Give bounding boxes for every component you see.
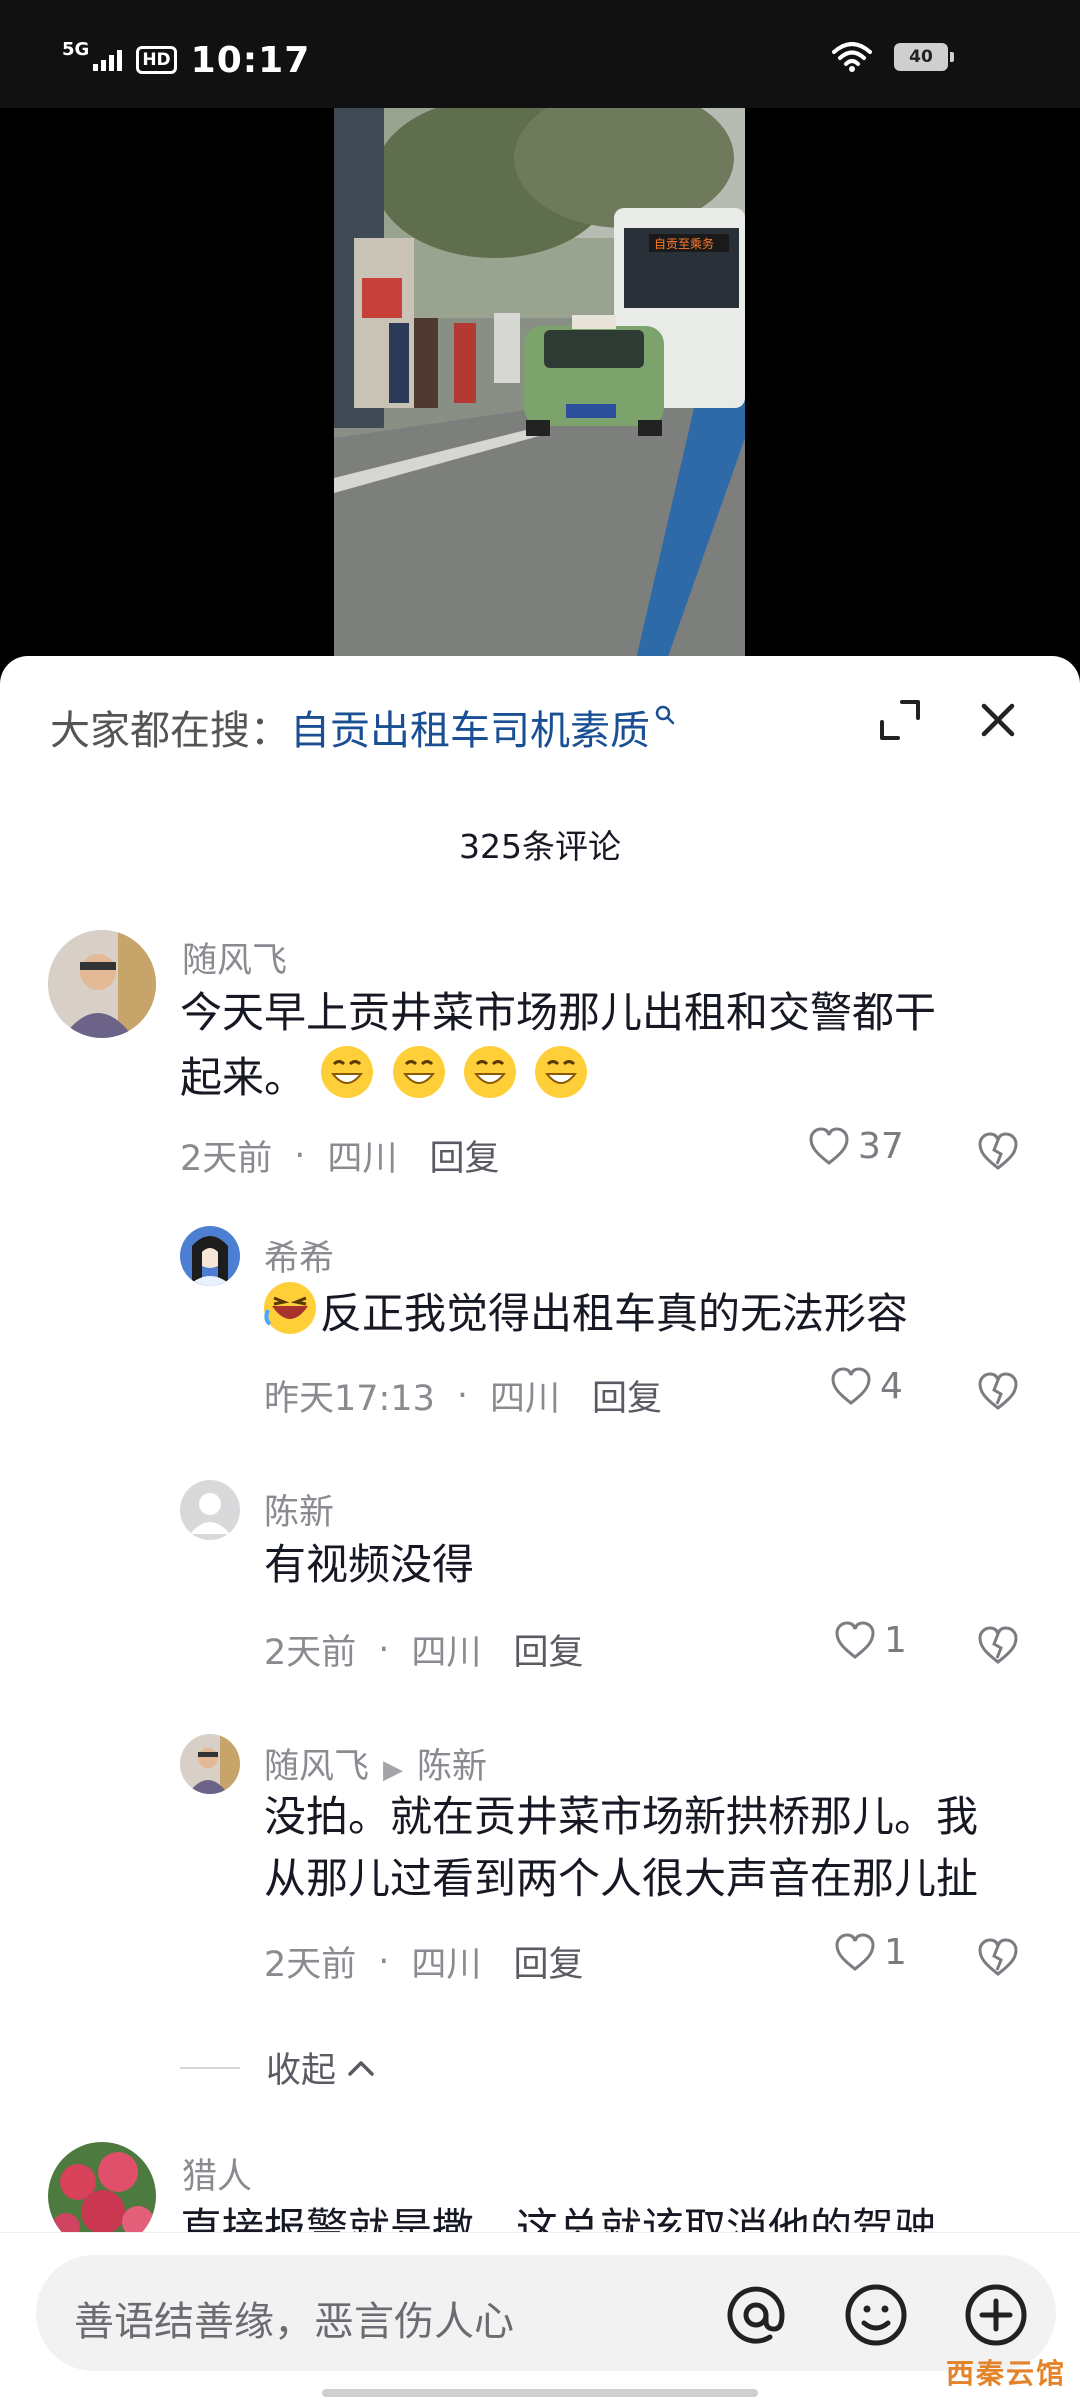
emoji-icon[interactable] xyxy=(840,2279,912,2351)
video-frame: 自贡至乘务 xyxy=(334,108,745,668)
comment-input-bar: 善语结善缘，恶言伤人心 xyxy=(0,2232,1080,2400)
comment-time: 昨天17:13 xyxy=(264,1379,435,1419)
dislike-heart-icon[interactable] xyxy=(976,1370,1020,1414)
comments-sheet: 大家都在搜： 自贡出租车司机素质 325条评论 随风飞 今天早上贡井菜市场那儿出… xyxy=(0,656,1080,2400)
grin-emoji-icon xyxy=(392,1046,445,1098)
like-button[interactable]: 4 xyxy=(830,1366,903,1407)
comment-time: 2天前 xyxy=(180,1139,273,1179)
reply-target[interactable]: 陈新 xyxy=(417,1747,487,1787)
comment-location: 四川 xyxy=(327,1139,398,1179)
divider xyxy=(180,2066,240,2069)
battery-indicator: 40 xyxy=(894,43,954,71)
expand-icon[interactable] xyxy=(876,696,924,744)
like-button[interactable]: 1 xyxy=(834,1620,907,1661)
comment-author[interactable]: 随风飞 xyxy=(264,1747,369,1787)
plus-icon[interactable] xyxy=(960,2279,1032,2351)
comment-text-line: 今天早上贡井菜市场那儿出租和交警都干 xyxy=(180,988,937,1037)
like-button[interactable]: 37 xyxy=(808,1126,904,1167)
dislike-heart-icon[interactable] xyxy=(976,1130,1020,1174)
comment-text-line: 起来。 xyxy=(180,1044,1040,1109)
comment-author[interactable]: 希希 xyxy=(264,1230,334,1281)
comment-text-part: 起来。 xyxy=(180,1053,307,1102)
svg-text:自贡至乘务: 自贡至乘务 xyxy=(654,236,714,251)
like-count: 37 xyxy=(858,1126,904,1167)
wifi-icon xyxy=(832,42,872,72)
at-icon[interactable] xyxy=(720,2279,792,2351)
hd-badge: HD xyxy=(136,46,177,74)
heart-icon xyxy=(835,1932,875,1971)
comment-text-part: 反正我觉得出租车真的无法形容 xyxy=(320,1289,909,1338)
grin-emoji-icon xyxy=(464,1046,517,1098)
search-suggestion[interactable]: 大家都在搜： 自贡出租车司机素质 xyxy=(50,698,676,756)
status-time: 10:17 xyxy=(190,39,311,81)
network-type: 5G xyxy=(62,39,90,60)
comment-author[interactable]: 陈新 xyxy=(264,1484,334,1535)
meta-separator: · xyxy=(294,1135,306,1176)
video-player[interactable]: 自贡至乘务 xyxy=(0,108,1080,668)
meta-separator: · xyxy=(378,1629,390,1670)
like-button[interactable]: 1 xyxy=(834,1932,907,1973)
comment-text: 没拍。就在贡井菜市场新拱桥那儿。我 从那儿过看到两个人很大声音在那儿扯 xyxy=(264,1786,1054,1910)
grin-emoji-icon xyxy=(535,1046,588,1098)
comment-location: 四川 xyxy=(490,1379,561,1419)
reply-arrow-icon: ▶ xyxy=(383,1755,404,1785)
collapse-label: 收起 xyxy=(266,2051,337,2091)
comment-input[interactable]: 善语结善缘，恶言伤人心 xyxy=(36,2255,1056,2371)
heart-icon xyxy=(809,1126,849,1165)
avatar[interactable] xyxy=(180,1226,240,1286)
meta-separator: · xyxy=(378,1941,390,1982)
like-count: 1 xyxy=(884,1932,907,1973)
comment-time: 2天前 xyxy=(264,1633,357,1673)
search-prefix: 大家都在搜： xyxy=(50,708,290,754)
reply-button[interactable]: 回复 xyxy=(513,1936,583,1987)
status-bar: 5G HD 10:17 40 xyxy=(0,0,1080,108)
collapse-replies-button[interactable]: 收起 xyxy=(180,2042,378,2093)
heart-icon xyxy=(831,1366,871,1405)
comment-text-line: 没拍。就在贡井菜市场新拱桥那儿。我 xyxy=(264,1792,979,1841)
comment-meta: 2天前 · 四川 回复 xyxy=(264,1936,583,1987)
laughing-emoji-icon xyxy=(264,1282,316,1334)
home-indicator[interactable] xyxy=(322,2389,758,2397)
dislike-heart-icon[interactable] xyxy=(976,1936,1020,1980)
comment-meta: 2天前 · 四川 回复 xyxy=(180,1130,499,1181)
like-count: 1 xyxy=(884,1620,907,1661)
dislike-heart-icon[interactable] xyxy=(976,1624,1020,1668)
signal-icon xyxy=(93,49,123,71)
reply-item: 随风飞 ▶ 陈新 没拍。就在贡井菜市场新拱桥那儿。我 从那儿过看到两个人很大声音在那… xyxy=(0,1734,1080,2004)
comment-text: 反正我觉得出租车真的无法形容 xyxy=(262,1280,908,1345)
close-icon[interactable] xyxy=(970,692,1026,748)
comment-author-line: 随风飞 ▶ 陈新 xyxy=(264,1738,487,1789)
like-count: 4 xyxy=(880,1366,903,1407)
comment-location: 四川 xyxy=(411,1633,482,1673)
comment-text: 有视频没得 xyxy=(264,1540,475,1589)
comment-count: 325条评论 xyxy=(459,827,621,866)
comment-text: 今天早上贡井菜市场那儿出租和交警都干 起来。 xyxy=(180,982,1040,1109)
comment-item: 随风飞 今天早上贡井菜市场那儿出租和交警都干 起来。 2天前 · 四川 回复 3… xyxy=(0,926,1080,1266)
avatar[interactable] xyxy=(48,930,156,1038)
reply-item: 陈新 有视频没得 2天前 · 四川 回复 1 xyxy=(0,1480,1080,1680)
comment-input-placeholder: 善语结善缘，恶言伤人心 xyxy=(74,2299,514,2345)
chevron-up-icon xyxy=(348,2060,374,2076)
comment-meta: 2天前 · 四川 回复 xyxy=(264,1624,583,1675)
reply-button[interactable]: 回复 xyxy=(592,1370,662,1421)
comment-author[interactable]: 猎人 xyxy=(182,2148,252,2199)
avatar[interactable] xyxy=(180,1734,240,1794)
reply-button[interactable]: 回复 xyxy=(429,1130,499,1181)
comment-author[interactable]: 随风飞 xyxy=(182,932,287,983)
comment-meta: 昨天17:13 · 四川 回复 xyxy=(264,1370,662,1421)
reply-item: 希希 反正我觉得出租车真的无法形容 昨天17:13 · 四川 回复 4 xyxy=(0,1226,1080,1426)
search-icon xyxy=(655,705,675,725)
grin-emoji-icon xyxy=(321,1046,374,1098)
reply-button[interactable]: 回复 xyxy=(513,1624,583,1675)
avatar[interactable] xyxy=(180,1480,240,1540)
comment-location: 四川 xyxy=(411,1945,482,1985)
comment-time: 2天前 xyxy=(264,1945,357,1985)
heart-icon xyxy=(835,1620,875,1659)
meta-separator: · xyxy=(456,1375,469,1416)
search-suggestion-link[interactable]: 自贡出租车司机素质 xyxy=(290,698,650,756)
comment-text-line: 从那儿过看到两个人很大声音在那儿扯 xyxy=(264,1854,979,1903)
watermark: 西秦云馆 xyxy=(945,2357,1066,2390)
